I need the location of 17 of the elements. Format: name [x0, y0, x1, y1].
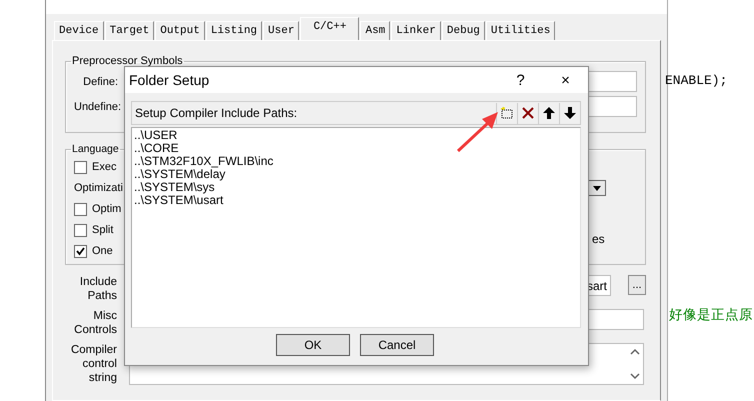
list-heading: Setup Compiler Include Paths:: [135, 106, 298, 120]
group-title: Preprocessor Symbols: [72, 55, 183, 67]
field-label: Misc Controls: [73, 309, 117, 337]
field-label: Include Paths: [78, 275, 117, 303]
field-label: Compiler control string: [70, 343, 117, 385]
optimization-label: Optimizati: [74, 182, 123, 194]
group-title: Language: [72, 143, 119, 155]
checkbox-label: Optim: [92, 203, 122, 215]
dialog-title: Folder Setup: [129, 72, 210, 88]
checkbox-label: Split: [92, 224, 114, 236]
checkbox-label: One: [92, 245, 113, 257]
field-label: Define:: [82, 76, 118, 88]
field-label: Undefine:: [74, 100, 118, 112]
option-label: es: [592, 232, 605, 246]
checkbox-label: Exec: [92, 161, 116, 173]
code-comment: 好像是正点原: [669, 306, 754, 324]
code-line: ENABLE);: [665, 73, 728, 88]
